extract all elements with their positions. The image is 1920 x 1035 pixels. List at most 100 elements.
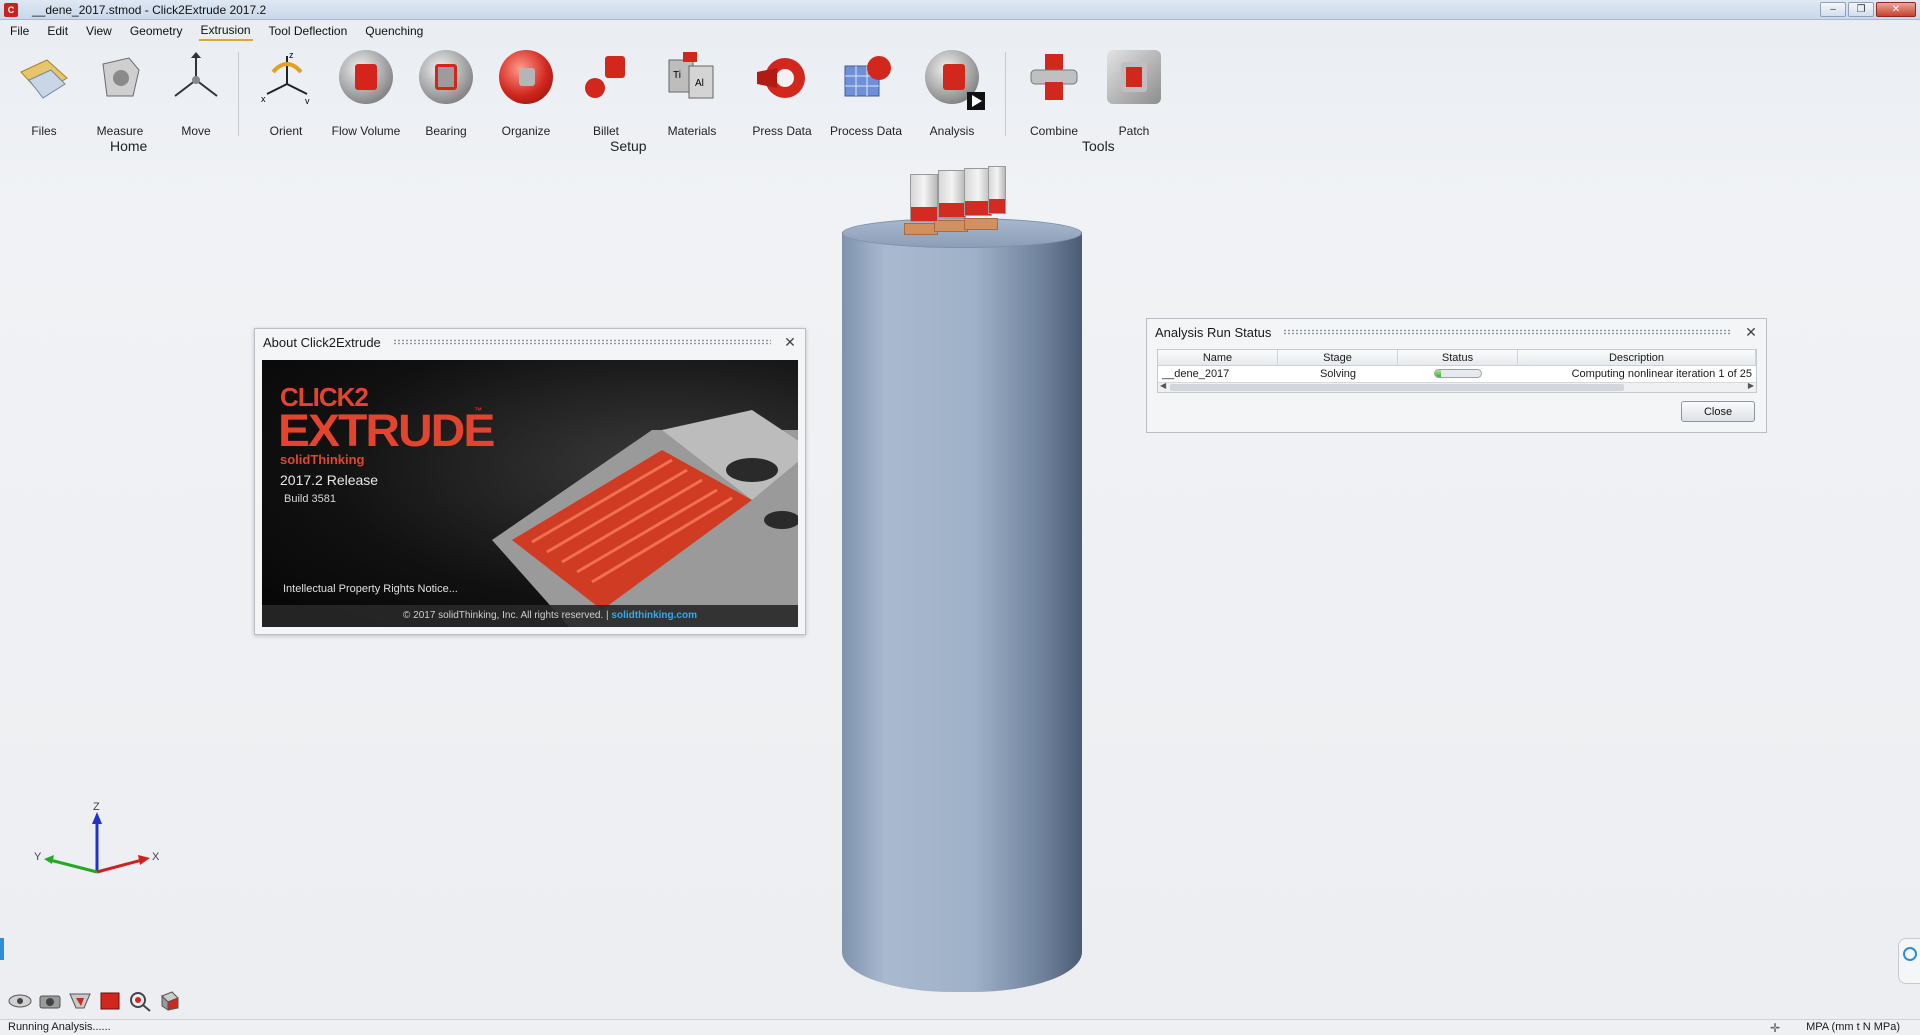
measure-label: Measure (96, 124, 144, 138)
about-dialog: About Click2Extrude ✕ CLICK2 EXTRUDE ™ s… (254, 328, 806, 635)
column-header-name[interactable]: Name (1158, 350, 1278, 365)
bearing-button[interactable]: Bearing (408, 50, 484, 140)
run-progress-bar (1434, 369, 1482, 378)
group-setup-label: Setup (610, 138, 647, 154)
scroll-left-icon[interactable]: ◀ (1160, 381, 1166, 390)
patch-label: Patch (1118, 124, 1150, 138)
left-panel-tab[interactable] (0, 938, 4, 960)
close-window-button[interactable]: ✕ (1876, 2, 1916, 17)
menu-file[interactable]: File (8, 22, 31, 40)
analysis-dialog-title: Analysis Run Status (1155, 324, 1272, 340)
materials-button[interactable]: Ti Al Materials (654, 50, 730, 140)
brand-extrude: EXTRUDE (278, 406, 495, 457)
analysis-button[interactable]: Analysis (914, 50, 990, 140)
table-header: Name Stage Status Description (1158, 350, 1756, 366)
die-profile (988, 166, 1006, 214)
minimize-button[interactable]: – (1820, 2, 1846, 17)
run-status (1398, 366, 1518, 382)
ribbon-separator (238, 52, 239, 136)
close-button[interactable]: Close (1681, 401, 1755, 422)
billet-button[interactable]: Billet (568, 50, 644, 140)
splash-footer: © 2017 solidThinking, Inc. All rights re… (262, 605, 798, 627)
process-data-icon (839, 50, 893, 104)
status-message: Running Analysis...... (8, 1021, 111, 1033)
close-icon[interactable]: ✕ (783, 334, 797, 351)
scroll-right-icon[interactable]: ▶ (1748, 381, 1754, 390)
units-selector[interactable]: MPA (mm t N MPa) (1806, 1020, 1900, 1035)
trademark-mark: ™ (474, 406, 482, 415)
menu-view[interactable]: View (84, 22, 114, 40)
menu-bar: File Edit View Geometry Extrusion Tool D… (0, 20, 1920, 42)
app-logo-icon[interactable]: C (4, 2, 18, 17)
table-row[interactable]: __dene_2017 Solving Computing nonlinear … (1158, 366, 1756, 382)
files-button[interactable]: Files (6, 50, 82, 140)
process-data-button[interactable]: Process Data (828, 50, 904, 140)
run-name: __dene_2017 (1162, 368, 1230, 380)
organize-button[interactable]: Organize (488, 50, 564, 140)
move-label: Move (181, 124, 211, 138)
analysis-dialog-header[interactable]: Analysis Run Status ✕ (1147, 319, 1766, 345)
3d-view-icon[interactable] (158, 990, 182, 1012)
combine-button[interactable]: Combine (1016, 50, 1092, 140)
menu-quenching[interactable]: Quenching (363, 22, 425, 40)
build-number: Build 3581 (284, 493, 336, 505)
ribbon: Files Measure Move Home z x y Orient Flow … (0, 44, 1920, 156)
refresh-icon (1902, 947, 1917, 961)
drag-grip[interactable] (392, 339, 771, 345)
files-label: Files (31, 124, 57, 138)
camera-icon[interactable] (38, 990, 62, 1012)
section-cut-icon[interactable] (68, 990, 92, 1012)
axis-y-letter: y (305, 96, 310, 104)
column-header-description[interactable]: Description (1518, 350, 1756, 365)
horizontal-scrollbar[interactable]: ◀ ▶ (1158, 381, 1756, 392)
flow-volume-label: Flow Volume (331, 124, 401, 138)
ip-notice-link[interactable]: Intellectual Property Rights Notice... (283, 583, 458, 595)
axis-z-letter: z (289, 50, 294, 60)
move-button[interactable]: Move (158, 50, 234, 140)
drag-grip[interactable] (1283, 329, 1732, 335)
column-header-status[interactable]: Status (1398, 350, 1518, 365)
materials-icon: Ti Al (665, 50, 719, 104)
triad-y-label: Y (34, 851, 42, 863)
bearing-label: Bearing (425, 124, 467, 138)
flow-volume-button[interactable]: Flow Volume (328, 50, 404, 140)
die-base (904, 223, 938, 235)
patch-button[interactable]: Patch (1096, 50, 1172, 140)
menu-geometry[interactable]: Geometry (128, 22, 185, 40)
extrusion-render-art (492, 410, 798, 627)
patch-icon (1107, 50, 1161, 104)
measure-button[interactable]: Measure (82, 50, 158, 140)
view-toolbar (8, 990, 182, 1012)
shaded-view-icon[interactable] (98, 990, 122, 1012)
website-link[interactable]: solidthinking.com (611, 610, 697, 621)
zoom-icon[interactable] (128, 990, 152, 1012)
materials-label: Materials (667, 124, 717, 138)
billet-icon (579, 50, 633, 104)
ribbon-separator (1005, 52, 1006, 136)
move-icon (169, 50, 223, 104)
press-data-icon (755, 50, 809, 104)
menu-extrusion[interactable]: Extrusion (198, 21, 253, 41)
organize-icon (499, 50, 553, 104)
column-header-stage[interactable]: Stage (1278, 350, 1398, 365)
eye-icon[interactable] (8, 990, 32, 1012)
restore-button[interactable]: ❐ (1848, 2, 1874, 17)
menu-tool-deflection[interactable]: Tool Deflection (267, 22, 350, 40)
billet-model[interactable] (842, 166, 1082, 993)
about-dialog-title: About Click2Extrude (263, 334, 381, 350)
orient-button[interactable]: z x y Orient (248, 50, 324, 140)
combine-icon (1027, 50, 1081, 104)
die-base (934, 220, 968, 232)
titanium-label: Ti (673, 70, 681, 81)
press-data-button[interactable]: Press Data (744, 50, 820, 140)
close-icon[interactable]: ✕ (1744, 324, 1758, 341)
analysis-icon (925, 50, 985, 110)
crosshair-icon[interactable]: ✛ (1770, 1021, 1780, 1035)
scroll-thumb[interactable] (1170, 384, 1624, 391)
about-dialog-header[interactable]: About Click2Extrude ✕ (255, 329, 805, 355)
menu-edit[interactable]: Edit (45, 22, 70, 40)
orient-axes-icon: z x y (259, 50, 313, 106)
analysis-label: Analysis (929, 124, 975, 138)
run-description: Computing nonlinear iteration 1 of 25 (1571, 368, 1752, 380)
right-panel-tab[interactable] (1898, 938, 1920, 984)
